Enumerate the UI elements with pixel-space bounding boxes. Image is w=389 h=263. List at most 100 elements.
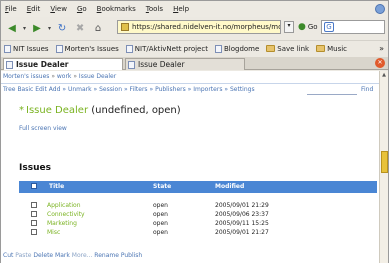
menu-file[interactable]: File bbox=[5, 5, 17, 13]
page-title-name: Issue Dealer bbox=[26, 105, 89, 116]
action-edit[interactable]: Edit bbox=[35, 86, 47, 93]
full-screen-link[interactable]: Full screen view bbox=[19, 125, 67, 132]
issue-state: open bbox=[153, 211, 168, 218]
bookmarks-overflow-icon[interactable]: » bbox=[379, 44, 384, 53]
star-icon: * bbox=[19, 105, 24, 116]
bookmark-save-link[interactable]: Save link bbox=[266, 45, 309, 53]
url-input[interactable]: https://shared.nidelven-it.no/morpheus/m… bbox=[117, 20, 281, 34]
action-filters[interactable]: Filters bbox=[130, 86, 148, 93]
table-row: Marketing open 2005/09/11 15:25 bbox=[19, 219, 377, 228]
paste-link[interactable]: Paste bbox=[15, 252, 31, 259]
menu-edit[interactable]: Edit bbox=[27, 5, 41, 13]
issue-title-link[interactable]: Connectivity bbox=[47, 211, 85, 218]
find-link[interactable]: Find bbox=[361, 86, 373, 93]
bookmark-nit-issues[interactable]: NIT Issues bbox=[4, 44, 49, 53]
go-button[interactable]: ● Go bbox=[298, 20, 318, 34]
issue-modified: 2005/09/01 21:27 bbox=[215, 229, 269, 236]
page-icon bbox=[128, 60, 135, 69]
separator: » bbox=[149, 86, 154, 93]
folder-icon bbox=[316, 45, 326, 52]
go-arrow-icon: ● bbox=[298, 22, 306, 32]
action-publishers[interactable]: Publishers bbox=[155, 86, 186, 93]
table-header: Title State Modified bbox=[19, 181, 377, 193]
issue-modified: 2005/09/01 21:29 bbox=[215, 202, 269, 209]
issue-title-link[interactable]: Misc bbox=[47, 229, 60, 236]
google-icon: G bbox=[324, 22, 334, 32]
tab-issue-dealer[interactable]: Issue Dealer bbox=[125, 58, 245, 70]
url-text: https://shared.nidelven-it.no/morpheus/m… bbox=[132, 23, 281, 31]
action-add[interactable]: Add bbox=[49, 86, 61, 93]
cut-link[interactable]: Cut bbox=[3, 252, 13, 259]
issues-table: Title State Modified Application open 20… bbox=[19, 181, 377, 237]
action-unmark[interactable]: Unmark bbox=[68, 86, 92, 93]
separator: » bbox=[187, 86, 192, 93]
find-input[interactable] bbox=[307, 94, 357, 95]
menu-go[interactable]: Go bbox=[77, 5, 87, 13]
page-icon bbox=[55, 44, 63, 53]
separator: » bbox=[224, 86, 229, 93]
menu-view[interactable]: View bbox=[50, 5, 67, 13]
delete-link[interactable]: Delete bbox=[33, 252, 53, 259]
separator: » bbox=[93, 86, 98, 93]
tab-issue-dealer-active[interactable]: Issue Dealer bbox=[3, 58, 123, 70]
action-settings[interactable]: Settings bbox=[230, 86, 255, 93]
menu-tools[interactable]: Tools bbox=[146, 5, 163, 13]
separator: » bbox=[123, 86, 128, 93]
forward-arrow-icon[interactable]: ▶ bbox=[30, 21, 44, 35]
bookmark-blogdome[interactable]: Blogdome bbox=[214, 44, 259, 53]
menu-bookmarks[interactable]: Bookmarks bbox=[97, 5, 136, 13]
mark-link[interactable]: Mark bbox=[55, 252, 70, 259]
page-icon bbox=[214, 44, 222, 53]
publish-link[interactable]: Publish bbox=[121, 252, 142, 259]
issue-modified: 2005/09/06 23:37 bbox=[215, 211, 269, 218]
column-state[interactable]: State bbox=[153, 183, 171, 190]
back-dropdown-icon[interactable]: ▾ bbox=[23, 25, 26, 32]
menu-help[interactable]: Help bbox=[173, 5, 189, 13]
action-session[interactable]: Session bbox=[99, 86, 122, 93]
vertical-scrollbar[interactable]: ▲ bbox=[379, 71, 388, 263]
bookmark-music[interactable]: Music bbox=[316, 45, 347, 53]
column-modified[interactable]: Modified bbox=[215, 183, 244, 190]
row-checkbox[interactable] bbox=[31, 220, 37, 226]
page-icon bbox=[6, 60, 13, 69]
page-title: * Issue Dealer (undefined, open) bbox=[19, 105, 181, 116]
breadcrumb-link[interactable]: Morten's issues bbox=[3, 73, 49, 80]
issues-heading: Issues bbox=[19, 163, 51, 173]
page-icon bbox=[4, 44, 11, 53]
scroll-up-icon[interactable]: ▲ bbox=[380, 71, 388, 79]
bookmark-mortens-issues[interactable]: Morten's Issues bbox=[55, 44, 119, 53]
row-checkbox[interactable] bbox=[31, 202, 37, 208]
action-importers[interactable]: Importers bbox=[193, 86, 222, 93]
issue-modified: 2005/09/11 15:25 bbox=[215, 220, 269, 227]
row-checkbox[interactable] bbox=[31, 229, 37, 235]
home-icon[interactable]: ⌂ bbox=[91, 21, 105, 35]
bookmark-aktivnett-project[interactable]: NIT/AktivNett project bbox=[125, 44, 208, 53]
rename-link[interactable]: Rename bbox=[94, 252, 119, 259]
select-all-checkbox[interactable] bbox=[31, 183, 37, 189]
search-input[interactable]: G bbox=[321, 20, 385, 34]
table-row: Application open 2005/09/01 21:29 bbox=[19, 201, 377, 210]
dropdown-icon[interactable]: ▾ bbox=[284, 21, 294, 33]
navigation-toolbar: ◀ ▾ ▶ ▾ ↻ ✖ ⌂ https://shared.nidelven-it… bbox=[1, 17, 388, 39]
breadcrumb-link[interactable]: work bbox=[57, 73, 72, 80]
scroll-thumb[interactable] bbox=[381, 151, 388, 173]
action-links: Tree Basic Edit Add » Unmark » Session »… bbox=[3, 86, 255, 93]
issue-state: open bbox=[153, 202, 168, 209]
column-title[interactable]: Title bbox=[49, 183, 64, 190]
bookmarks-toolbar: NIT Issues Morten's Issues NIT/AktivNett… bbox=[1, 40, 388, 56]
stop-icon[interactable]: ✖ bbox=[73, 21, 87, 35]
breadcrumb-link[interactable]: Issue Dealer bbox=[79, 73, 116, 80]
action-basic[interactable]: Basic bbox=[17, 86, 33, 93]
forward-dropdown-icon[interactable]: ▾ bbox=[48, 25, 51, 32]
issue-title-link[interactable]: Application bbox=[47, 202, 81, 209]
reload-icon[interactable]: ↻ bbox=[55, 21, 69, 35]
action-tree[interactable]: Tree bbox=[3, 86, 16, 93]
more-link[interactable]: More... bbox=[72, 252, 93, 259]
close-tab-icon[interactable]: ✕ bbox=[375, 58, 385, 68]
menu-bar: File Edit View Go Bookmarks Tools Help bbox=[1, 1, 388, 17]
issue-title-link[interactable]: Marketing bbox=[47, 220, 77, 227]
back-arrow-icon[interactable]: ◀ bbox=[5, 21, 19, 35]
row-checkbox[interactable] bbox=[31, 211, 37, 217]
table-row: Connectivity open 2005/09/06 23:37 bbox=[19, 210, 377, 219]
tab-bar: Issue Dealer Issue Dealer ✕ bbox=[1, 57, 388, 70]
